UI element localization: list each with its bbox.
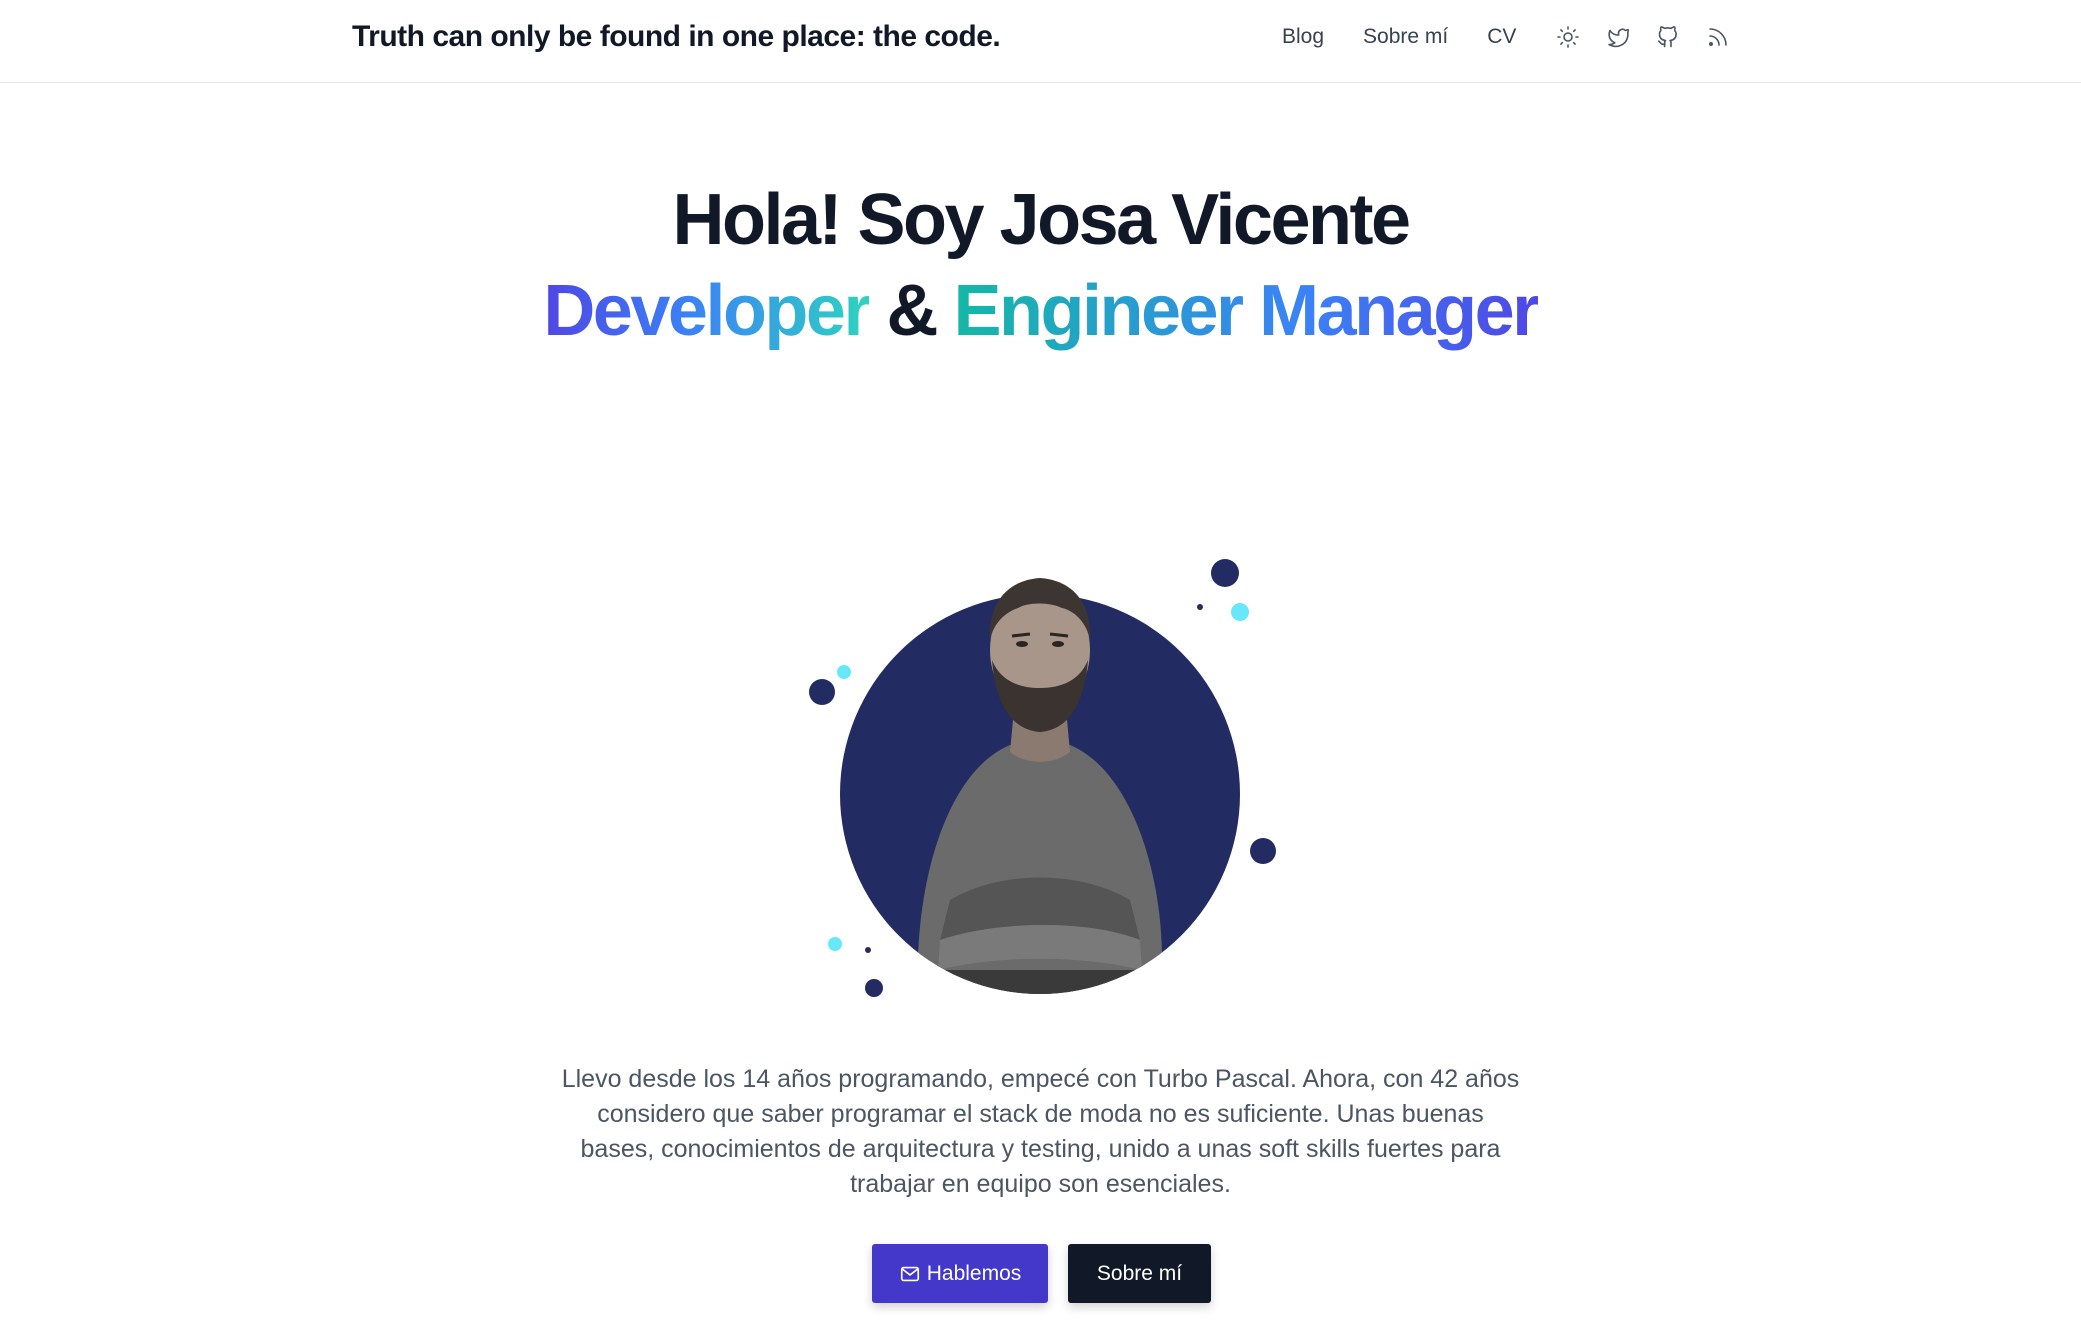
decor-dot xyxy=(1197,604,1203,610)
twitter-icon[interactable] xyxy=(1605,24,1631,50)
nav-link-blog[interactable]: Blog xyxy=(1282,25,1324,49)
mail-icon xyxy=(900,1266,919,1281)
decor-dot xyxy=(1231,603,1249,621)
main-nav: Blog Sobre mí CV xyxy=(1282,24,1755,50)
role-developer: Developer xyxy=(543,271,871,351)
decor-dot xyxy=(865,947,871,953)
role-engineer-manager: Engineer Manager xyxy=(953,271,1541,351)
nav-link-cv[interactable]: CV xyxy=(1487,25,1516,49)
decor-dot xyxy=(1250,838,1276,864)
sobre-mi-button[interactable]: Sobre mí xyxy=(1068,1244,1211,1303)
role-ampersand: & xyxy=(886,271,938,351)
top-navigation-bar: Truth can only be found in one place: th… xyxy=(0,0,2081,83)
sobre-mi-label: Sobre mí xyxy=(1096,1261,1183,1285)
decor-dot xyxy=(865,979,883,997)
cta-buttons: Hablemos Sobre mí xyxy=(872,1244,1211,1303)
hero-title: Hola! Soy Josa Vicente xyxy=(672,180,1411,260)
nav-link-sobre-mi[interactable]: Sobre mí xyxy=(1363,25,1448,49)
github-icon[interactable] xyxy=(1655,24,1681,50)
hablemos-label: Hablemos xyxy=(926,1261,1022,1285)
rss-icon[interactable] xyxy=(1705,24,1731,50)
hero-subtitle: Developer & Engineer Manager xyxy=(0,265,2081,357)
site-brand[interactable]: Truth can only be found in one place: th… xyxy=(352,20,1001,54)
profile-portrait xyxy=(809,559,1276,997)
sun-icon[interactable] xyxy=(1555,24,1581,50)
nav-icons xyxy=(1555,24,1755,50)
bio-paragraph: Llevo desde los 14 años programando, emp… xyxy=(561,1065,1520,1198)
decor-dot xyxy=(809,679,835,705)
decor-dot xyxy=(828,937,842,951)
decor-dot xyxy=(1211,559,1239,587)
hablemos-button[interactable]: Hablemos xyxy=(872,1244,1048,1303)
decor-dot xyxy=(837,665,851,679)
